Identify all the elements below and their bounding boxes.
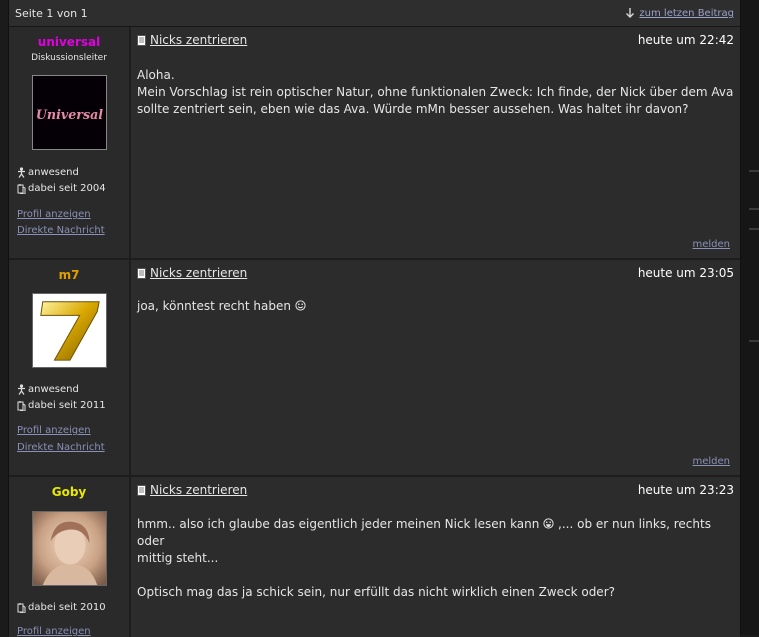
post-body: joa, könntest recht haben	[137, 298, 734, 315]
status-text: anwesend	[28, 167, 79, 178]
post-line: hmm.. also ich glaube das eigentlich jed…	[137, 516, 734, 550]
edge-tick	[749, 170, 759, 172]
thread-topbar: Seite 1 von 1 zum letzen Beitrag	[9, 0, 740, 27]
post-content: Nicks zentrieren heute um 22:42 Aloha. M…	[131, 27, 740, 258]
document-icon	[137, 484, 146, 496]
post-line: Optisch mag das ja schick sein, nur erfü…	[137, 585, 615, 599]
direct-message-link[interactable]: Direkte Nachricht	[17, 225, 105, 236]
member-since: dabei seit 2010	[17, 602, 106, 613]
post: universal Diskussionsleiter Universal an…	[9, 27, 740, 260]
post-author-panel: Goby dabei seit 2010 Profil anzeigen	[9, 477, 131, 637]
post-title: Nicks zentrieren	[150, 33, 248, 47]
post-body: hmm.. also ich glaube das eigentlich jed…	[137, 516, 734, 601]
author-name[interactable]: m7	[9, 268, 129, 282]
person-icon	[18, 384, 25, 395]
report-link[interactable]: melden	[692, 456, 730, 467]
post-body: Aloha. Mein Vorschlag ist rein optischer…	[137, 67, 734, 118]
post-time: heute um 22:42	[637, 33, 734, 47]
post-header: Nicks zentrieren heute um 23:23	[137, 477, 734, 503]
post-author-panel: m7 anwesend dabei seit 2011 Profil anzei…	[9, 260, 131, 475]
post-time: heute um 23:23	[637, 483, 734, 497]
edge-tick	[749, 340, 759, 342]
post-author-panel: universal Diskussionsleiter Universal an…	[9, 27, 131, 258]
post-line: sollte zentriert sein, eben wie das Ava.…	[137, 102, 689, 116]
member-since: dabei seit 2011	[17, 400, 106, 411]
document-icon	[137, 267, 146, 279]
direct-message-link[interactable]: Direkte Nachricht	[17, 442, 105, 453]
person-icon	[18, 167, 25, 178]
post: Goby dabei seit 2010 Profil anzeigen Nic…	[9, 477, 740, 637]
document-icon	[137, 34, 146, 46]
calendar-icon	[17, 184, 26, 194]
edge-tick	[749, 208, 759, 210]
post-title-link[interactable]: Nicks zentrieren	[137, 266, 247, 280]
status-text: anwesend	[28, 384, 79, 395]
author-status: anwesend	[17, 384, 79, 395]
avatar	[31, 511, 107, 586]
post-content: Nicks zentrieren heute um 23:23 hmm.. al…	[131, 477, 740, 637]
author-name[interactable]: Goby	[9, 485, 129, 499]
post-title-link[interactable]: Nicks zentrieren	[137, 483, 247, 497]
page-info: Seite 1 von 1	[15, 6, 88, 20]
smiley-icon	[543, 518, 554, 529]
last-post-link[interactable]: zum letzen Beitrag	[625, 7, 734, 19]
post-line: mittig steht...	[137, 551, 219, 565]
edge-tick	[749, 228, 759, 230]
last-post-label: zum letzen Beitrag	[639, 7, 734, 19]
post-line: joa, könntest recht haben	[137, 299, 291, 313]
report-link[interactable]: melden	[692, 239, 730, 250]
post-time: heute um 23:05	[637, 266, 734, 280]
post-line: Mein Vorschlag ist rein optischer Natur,…	[137, 85, 734, 99]
post-title-link[interactable]: Nicks zentrieren	[137, 33, 247, 47]
member-since: dabei seit 2004	[17, 183, 106, 194]
author-rank: Diskussionsleiter	[31, 53, 107, 63]
post-content: Nicks zentrieren heute um 23:05 joa, kön…	[131, 260, 740, 475]
avatar-text: Universal	[35, 107, 102, 122]
post-line: Aloha.	[137, 68, 175, 82]
post-title: Nicks zentrieren	[150, 483, 248, 497]
member-since-text: dabei seit 2010	[28, 602, 106, 613]
calendar-icon	[17, 401, 26, 411]
member-since-text: dabei seit 2011	[28, 400, 106, 411]
profile-link[interactable]: Profil anzeigen	[17, 626, 91, 637]
post-header: Nicks zentrieren heute um 22:42	[137, 27, 734, 53]
profile-link[interactable]: Profil anzeigen	[17, 209, 91, 220]
calendar-icon	[17, 603, 26, 613]
member-since-text: dabei seit 2004	[28, 183, 106, 194]
post-header: Nicks zentrieren heute um 23:05	[137, 260, 734, 286]
forum-thread: Seite 1 von 1 zum letzen Beitrag univers…	[8, 0, 741, 637]
profile-link[interactable]: Profil anzeigen	[17, 425, 91, 436]
post-text: hmm.. also ich glaube das eigentlich jed…	[137, 517, 540, 531]
smiley-icon	[295, 300, 306, 311]
arrow-down-icon	[626, 8, 635, 18]
author-name[interactable]: universal	[9, 35, 129, 49]
page-edge-strip	[741, 0, 759, 635]
post-title: Nicks zentrieren	[150, 266, 248, 280]
avatar	[31, 293, 107, 368]
author-status: anwesend	[17, 167, 79, 178]
post: m7 anwesend dabei seit 2011 Profil anzei…	[9, 260, 740, 477]
avatar: Universal	[31, 75, 107, 150]
